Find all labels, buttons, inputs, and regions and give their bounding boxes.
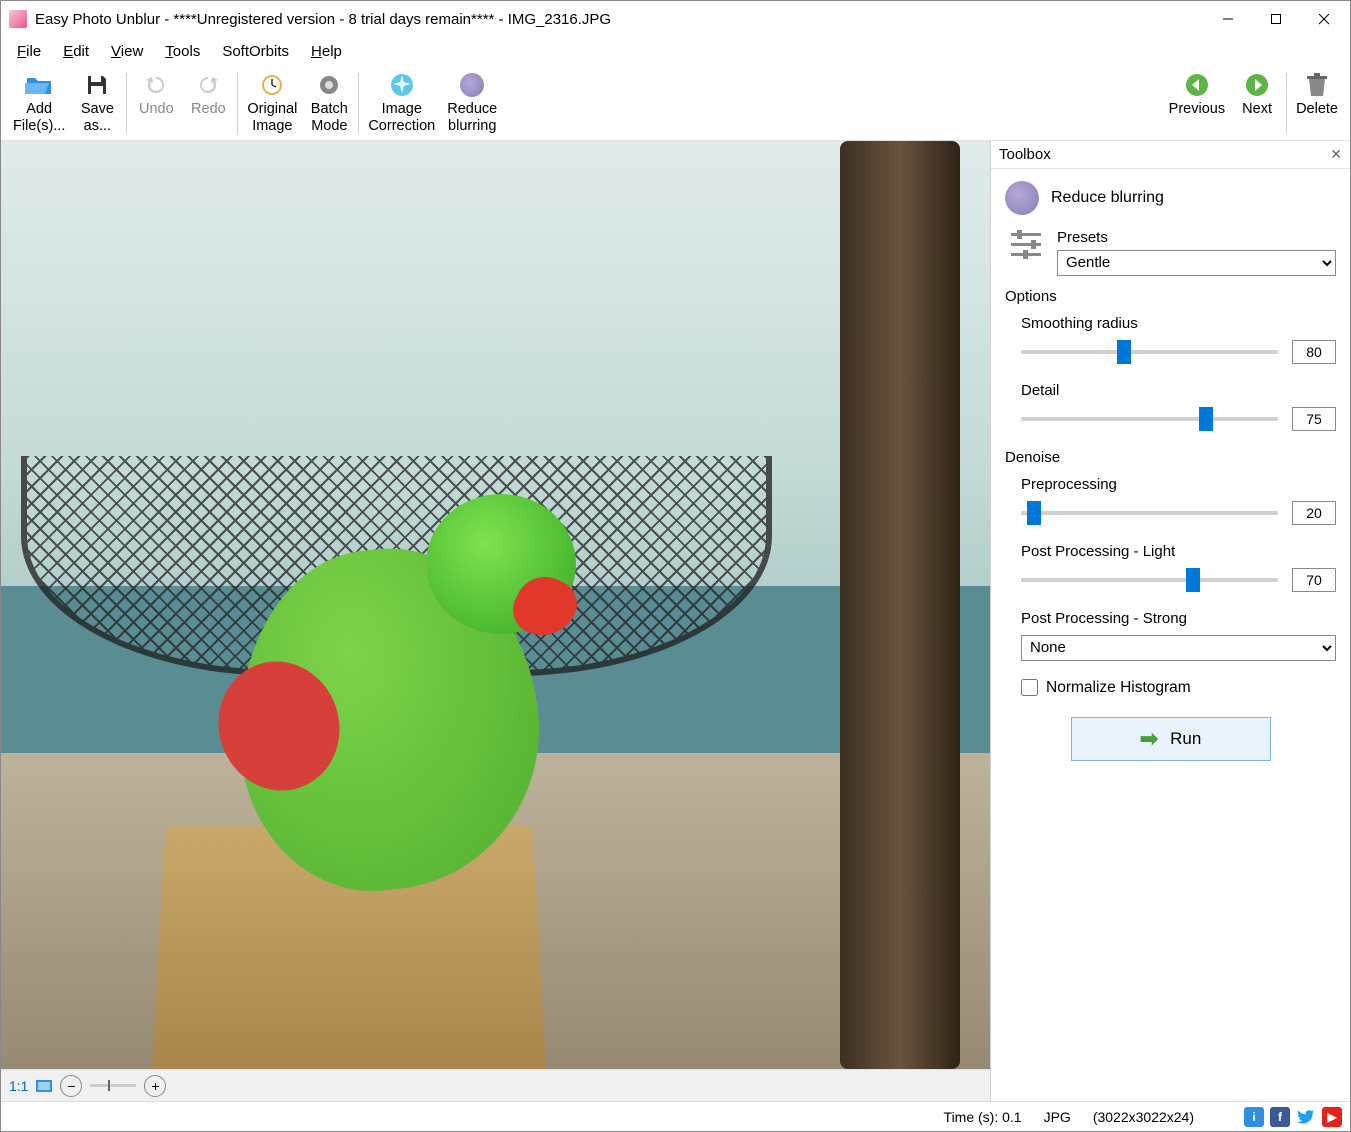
image-canvas[interactable]: [1, 141, 990, 1069]
toolbar-separator: [358, 73, 359, 134]
add-files-button[interactable]: AddFile(s)...: [7, 69, 71, 138]
toolbox-body: Reduce blurring Presets Gentle Options S…: [991, 169, 1350, 1101]
post-processing-light-value[interactable]: 70: [1292, 568, 1336, 592]
toolbox-panel: Toolbox ✕ Reduce blurring Presets Gentle…: [990, 141, 1350, 1101]
preprocessing-slider[interactable]: [1021, 511, 1278, 515]
menu-view[interactable]: View: [101, 41, 153, 62]
status-dimensions: (3022x3022x24): [1085, 1107, 1202, 1127]
post-processing-strong-select[interactable]: None: [1021, 635, 1336, 661]
detail-value[interactable]: 75: [1292, 407, 1336, 431]
smoothing-radius-label: Smoothing radius: [1021, 315, 1336, 332]
title-bar: Easy Photo Unblur - ****Unregistered ver…: [1, 1, 1350, 37]
zoom-slider[interactable]: [90, 1084, 136, 1087]
maximize-button[interactable]: [1252, 4, 1300, 34]
preprocessing-label: Preprocessing: [1021, 476, 1336, 493]
close-panel-icon[interactable]: ✕: [1330, 146, 1342, 163]
save-as-button[interactable]: Saveas...: [71, 69, 123, 138]
minimize-button[interactable]: [1204, 4, 1252, 34]
twitter-icon[interactable]: [1296, 1107, 1316, 1127]
menu-edit[interactable]: Edit: [53, 41, 99, 62]
detail-slider[interactable]: [1021, 417, 1278, 421]
post-processing-strong-label: Post Processing - Strong: [1021, 610, 1336, 627]
smoothing-radius-slider[interactable]: [1021, 350, 1278, 354]
youtube-icon[interactable]: ▶: [1322, 1107, 1342, 1127]
info-icon[interactable]: i: [1244, 1107, 1264, 1127]
redo-icon: [192, 71, 224, 99]
gear-icon: [313, 71, 345, 99]
post-processing-light-label: Post Processing - Light: [1021, 543, 1336, 560]
sparkle-icon: [386, 71, 418, 99]
blur-icon: [1005, 181, 1039, 215]
status-bar: Time (s): 0.1 JPG (3022x3022x24) i f ▶: [1, 1101, 1350, 1131]
menu-softorbits[interactable]: SoftOrbits: [212, 41, 299, 62]
zoom-out-button[interactable]: −: [60, 1075, 82, 1097]
delete-button[interactable]: Delete: [1290, 69, 1344, 138]
clock-icon: [256, 71, 288, 99]
menu-tools[interactable]: Tools: [155, 41, 210, 62]
sliders-icon: [1009, 229, 1045, 265]
photo-content: [1, 141, 990, 1069]
undo-button[interactable]: Undo: [130, 69, 182, 138]
folder-open-icon: [23, 71, 55, 99]
zoom-bar: 1:1 − +: [1, 1069, 990, 1101]
image-correction-button[interactable]: ImageCorrection: [362, 69, 441, 138]
run-arrow-icon: ➡: [1140, 726, 1158, 752]
presets-label: Presets: [1057, 229, 1336, 246]
redo-button[interactable]: Redo: [182, 69, 234, 138]
main-area: 1:1 − + Toolbox ✕ Reduce blurring Preset…: [1, 141, 1350, 1101]
batch-mode-button[interactable]: BatchMode: [303, 69, 355, 138]
toolbox-title: Toolbox: [999, 146, 1051, 163]
canvas-area: 1:1 − +: [1, 141, 990, 1101]
smoothing-radius-value[interactable]: 80: [1292, 340, 1336, 364]
undo-icon: [140, 71, 172, 99]
post-processing-light-slider[interactable]: [1021, 578, 1278, 582]
toolbar: AddFile(s)... Saveas... Undo Redo Origin…: [1, 65, 1350, 141]
reduce-blurring-button[interactable]: Reduceblurring: [441, 69, 503, 138]
run-button[interactable]: ➡ Run: [1071, 717, 1271, 761]
status-format: JPG: [1036, 1107, 1079, 1127]
menu-file[interactable]: File: [7, 41, 51, 62]
window-title: Easy Photo Unblur - ****Unregistered ver…: [35, 11, 1204, 28]
menu-help[interactable]: Help: [301, 41, 352, 62]
options-group-label: Options: [1005, 288, 1336, 305]
arrow-left-icon: [1181, 71, 1213, 99]
next-button[interactable]: Next: [1231, 69, 1283, 138]
zoom-ratio[interactable]: 1:1: [9, 1078, 28, 1094]
toolbar-separator: [126, 73, 127, 134]
fit-screen-icon[interactable]: [36, 1080, 52, 1092]
menu-bar: File Edit View Tools SoftOrbits Help: [1, 37, 1350, 65]
normalize-histogram-checkbox[interactable]: Normalize Histogram: [1021, 679, 1336, 697]
detail-label: Detail: [1021, 382, 1336, 399]
blur-icon: [456, 71, 488, 99]
preprocessing-value[interactable]: 20: [1292, 501, 1336, 525]
presets-select[interactable]: Gentle: [1057, 250, 1336, 276]
previous-button[interactable]: Previous: [1163, 69, 1231, 138]
tool-title: Reduce blurring: [1051, 189, 1164, 207]
toolbar-separator: [1286, 73, 1287, 134]
facebook-icon[interactable]: f: [1270, 1107, 1290, 1127]
denoise-group-label: Denoise: [1005, 449, 1336, 466]
save-icon: [81, 71, 113, 99]
toolbar-separator: [237, 73, 238, 134]
window-controls: [1204, 4, 1348, 34]
normalize-histogram-input[interactable]: [1021, 679, 1038, 696]
toolbox-header: Toolbox ✕: [991, 141, 1350, 169]
original-image-button[interactable]: OriginalImage: [241, 69, 303, 138]
arrow-right-icon: [1241, 71, 1273, 99]
close-button[interactable]: [1300, 4, 1348, 34]
trash-icon: [1301, 71, 1333, 99]
zoom-in-button[interactable]: +: [144, 1075, 166, 1097]
status-time: Time (s): 0.1: [936, 1107, 1030, 1127]
app-icon: [9, 10, 27, 28]
